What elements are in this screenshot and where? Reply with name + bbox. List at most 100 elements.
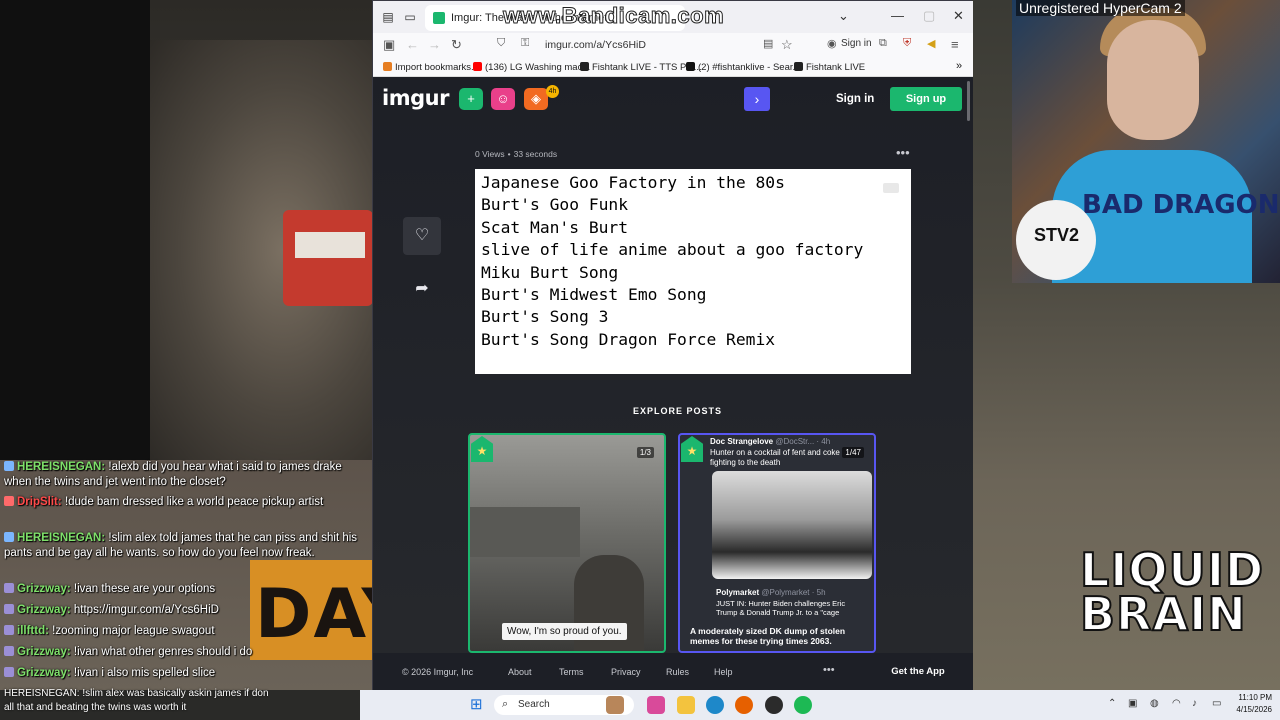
signup-button[interactable]: Sign up bbox=[890, 87, 962, 111]
user-badge-icon bbox=[4, 604, 14, 614]
fishtank-icon bbox=[580, 62, 589, 71]
chat-overflow-line: all that and beating the twins was worth… bbox=[4, 702, 187, 713]
taskbar-clock[interactable]: 11:10 PM 4/15/2026 bbox=[1232, 692, 1272, 716]
bookmark-item[interactable]: (136) LG Washing mac... bbox=[473, 62, 590, 73]
games-icon[interactable]: ◈ bbox=[524, 88, 548, 110]
card-image-stage bbox=[712, 471, 872, 579]
bookmark-item[interactable]: (2) #fishtanklive - Sear... bbox=[686, 62, 800, 73]
url-text: imgur.com/a/Ycs6HiD bbox=[545, 39, 646, 51]
file-explorer-icon[interactable] bbox=[677, 696, 695, 714]
chat-text: !zooming major league swagout bbox=[52, 625, 215, 637]
next-post-button[interactable]: › bbox=[744, 87, 770, 111]
footer-about-link[interactable]: About bbox=[508, 667, 532, 677]
user-badge-icon bbox=[4, 625, 14, 635]
red-sign bbox=[283, 210, 373, 306]
new-post-icon[interactable]: + bbox=[459, 88, 483, 110]
wifi-icon[interactable]: ◠ bbox=[1172, 698, 1181, 709]
copilot-app-icon[interactable] bbox=[647, 696, 665, 714]
close-button[interactable]: ✕ bbox=[953, 8, 964, 24]
chat-text: https://imgur.com/a/Ycs6HiD bbox=[73, 604, 219, 616]
minimize-button[interactable]: — bbox=[891, 8, 904, 23]
address-bar[interactable]: ⛉ ⚿ imgur.com/a/Ycs6HiD bbox=[491, 35, 791, 55]
webcam-feed: BAD DRAGON STV2 bbox=[1012, 0, 1280, 283]
chat-text: !dude bam dressed like a world peace pic… bbox=[64, 496, 324, 508]
footer-terms-link[interactable]: Terms bbox=[559, 667, 584, 677]
chat-username: DripSlit: bbox=[17, 496, 62, 508]
battery-icon[interactable]: ▭ bbox=[1212, 698, 1221, 709]
post-age: 33 seconds bbox=[513, 149, 558, 159]
reader-icon[interactable]: ▤ bbox=[763, 37, 773, 50]
get-app-button[interactable]: Get the App bbox=[878, 661, 958, 683]
explore-card[interactable]: ★ 1/3 Wow, I'm so proud of you. bbox=[468, 433, 666, 653]
card-image-count: 1/47 bbox=[842, 447, 864, 458]
post-text-line: Burt's Song Dragon Force Remix bbox=[481, 330, 776, 349]
bookmark-item[interactable]: Fishtank LIVE bbox=[794, 62, 865, 73]
stream-chat: HEREISNEGAN: !alexb did you hear what i … bbox=[0, 460, 372, 690]
card-caption: Wow, I'm so proud of you. bbox=[502, 623, 627, 640]
chat-text: !ivan what other genres should i do bbox=[73, 646, 253, 658]
post-text-line: Burt's Goo Funk bbox=[481, 195, 629, 214]
tweet-author: Doc Strangelove @DocStr... · 4h bbox=[710, 437, 831, 446]
meme-icon[interactable]: ☺ bbox=[491, 88, 515, 110]
shield-icon[interactable]: ⛉ bbox=[497, 37, 505, 50]
forward-icon[interactable]: → bbox=[428, 37, 441, 52]
back-icon[interactable]: ← bbox=[406, 37, 419, 52]
user-badge-icon bbox=[4, 461, 14, 471]
footer-more-icon[interactable]: ••• bbox=[823, 664, 835, 676]
tab-menu-icon[interactable]: ▤ bbox=[381, 10, 395, 24]
obs-icon[interactable] bbox=[765, 696, 783, 714]
maximize-button[interactable]: ▢ bbox=[923, 8, 935, 24]
ublock-icon[interactable]: ⛨ bbox=[903, 37, 911, 50]
browser-signin[interactable]: Sign in bbox=[841, 38, 872, 49]
footer-help-link[interactable]: Help bbox=[714, 667, 733, 677]
footer-rules-link[interactable]: Rules bbox=[666, 667, 689, 677]
post-image[interactable]: Japanese Goo Factory in the 80s Burt's G… bbox=[475, 169, 911, 374]
tweet-text-2: JUST IN: Hunter Biden challenges Eric Tr… bbox=[716, 599, 846, 617]
audio-icon[interactable]: ◀ bbox=[927, 37, 935, 50]
network-icon[interactable]: ◍ bbox=[1150, 698, 1159, 709]
bookmark-item[interactable]: Fishtank LIVE - TTS Pla... bbox=[580, 62, 702, 73]
spotify-icon[interactable] bbox=[794, 696, 812, 714]
chat-overflow-line: HEREISNEGAN: !slim alex was basically as… bbox=[4, 688, 269, 699]
windows-start-icon[interactable]: ⊞ bbox=[470, 697, 486, 713]
post-options-icon[interactable]: ••• bbox=[896, 145, 910, 160]
edge-browser-icon[interactable] bbox=[706, 696, 724, 714]
image-options-icon[interactable] bbox=[883, 183, 899, 193]
tray-app-icon[interactable]: ▣ bbox=[1128, 698, 1137, 709]
tray-overflow-icon[interactable]: ⌃ bbox=[1108, 698, 1116, 709]
dark-region bbox=[0, 0, 150, 460]
volume-icon[interactable]: ♪ bbox=[1192, 698, 1197, 709]
imgur-favicon-icon bbox=[433, 12, 445, 24]
bookmarks-overflow-icon[interactable]: » bbox=[956, 60, 962, 72]
account-icon[interactable]: ◉ bbox=[827, 37, 837, 50]
bookmark-item[interactable]: Import bookmarks... bbox=[383, 62, 479, 73]
signin-link[interactable]: Sign in bbox=[836, 93, 874, 105]
clock-time: 11:10 PM bbox=[1238, 693, 1272, 702]
imgur-logo[interactable]: imgur bbox=[382, 86, 449, 110]
lock-icon[interactable]: ⚿ bbox=[521, 37, 529, 50]
chat-message: illfttd: !zooming major league swagout bbox=[4, 624, 364, 639]
explore-card[interactable]: ★ Doc Strangelove @DocStr... · 4h Hunter… bbox=[678, 433, 876, 653]
extensions-icon[interactable]: ⧉ bbox=[879, 37, 887, 50]
firefox-icon[interactable] bbox=[735, 696, 753, 714]
menu-icon[interactable]: ≡ bbox=[951, 37, 959, 52]
bandicam-watermark: www.Bandicam.com bbox=[502, 3, 725, 29]
favorite-heart-icon[interactable]: ♡ bbox=[403, 217, 441, 255]
tweet-author-2: Polymarket @Polymarket · 5h bbox=[716, 588, 826, 597]
chat-username: HEREISNEGAN: bbox=[17, 532, 106, 544]
tab-dropdown-icon[interactable]: ⌄ bbox=[838, 8, 849, 24]
footer-privacy-link[interactable]: Privacy bbox=[611, 667, 641, 677]
nav-bar: ▣ ← → ↻ ⛉ ⚿ imgur.com/a/Ycs6HiD ▤ ☆ ◉ Si… bbox=[373, 33, 973, 57]
bookmark-star-icon[interactable]: ☆ bbox=[781, 37, 793, 53]
imgur-footer: © 2026 Imgur, Inc About Terms Privacy Ru… bbox=[373, 653, 973, 691]
scrollbar[interactable] bbox=[967, 81, 970, 121]
tab-bar: ▤ ▭ Imgur: The magic of the Internet ⌄ —… bbox=[373, 1, 973, 33]
tab-list-icon[interactable]: ▭ bbox=[403, 10, 417, 24]
sidebar-icon[interactable]: ▣ bbox=[383, 37, 395, 53]
share-arrow-icon[interactable]: ➦ bbox=[403, 270, 441, 308]
widget-app-icon[interactable] bbox=[606, 696, 624, 714]
user-badge-icon bbox=[4, 532, 14, 542]
reload-icon[interactable]: ↻ bbox=[451, 37, 462, 53]
x-icon bbox=[686, 62, 695, 71]
post-text-line: Burt's Song 3 bbox=[481, 307, 609, 326]
